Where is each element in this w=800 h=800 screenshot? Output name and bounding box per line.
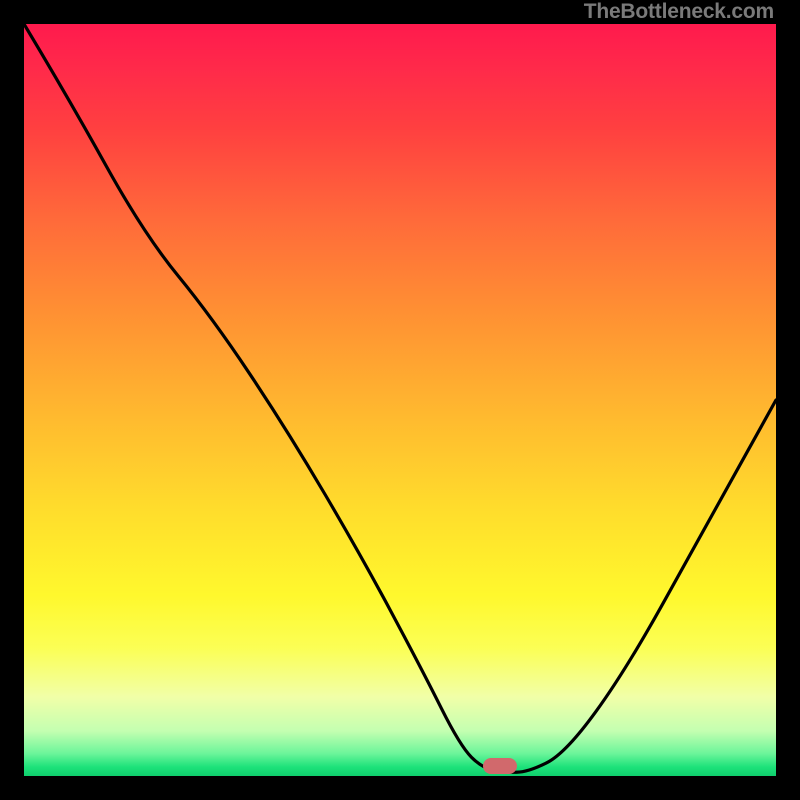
chart-frame: TheBottleneck.com: [0, 0, 800, 800]
plot-area: [24, 24, 776, 776]
watermark-text: TheBottleneck.com: [584, 0, 774, 24]
bottleneck-curve: [24, 24, 776, 776]
optimum-marker: [483, 758, 517, 774]
